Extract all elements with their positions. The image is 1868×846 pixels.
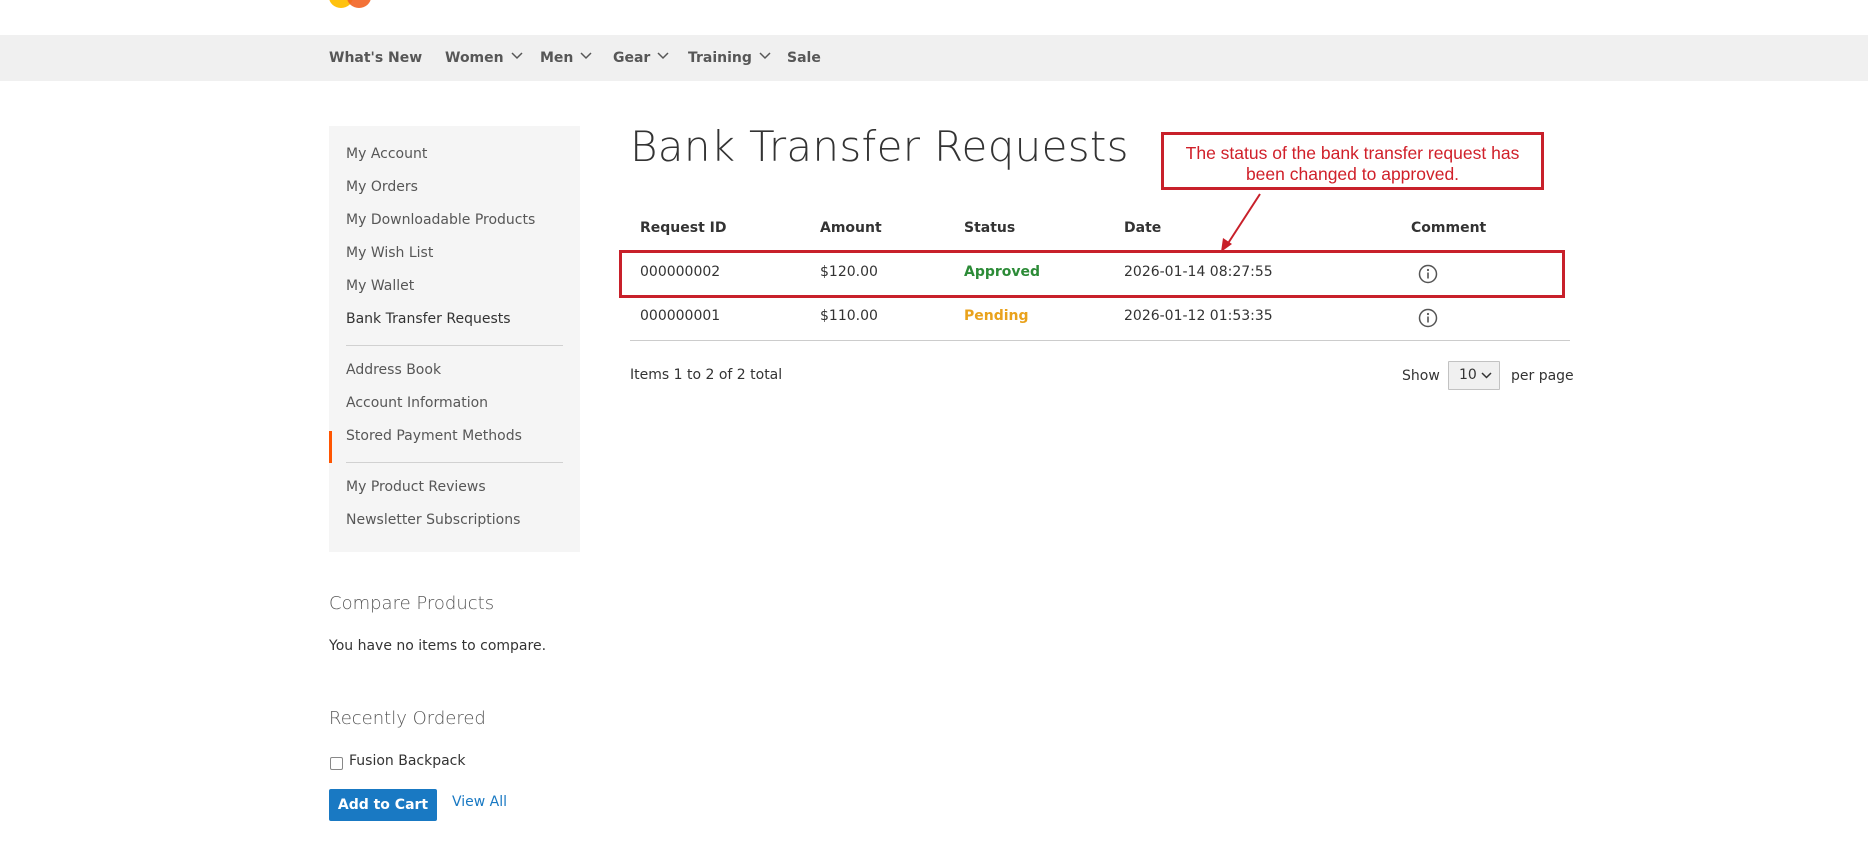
add-to-cart-button[interactable]: Add to Cart [329, 789, 437, 821]
limiter-suffix: per page [1511, 368, 1574, 384]
nav-item-label: Training [688, 50, 752, 66]
pager-items-count: Items 1 to 2 of 2 total [630, 367, 783, 383]
nav-item-men[interactable]: Men [540, 35, 592, 81]
compare-empty-message: You have no items to compare. [329, 638, 547, 654]
sidebar-item-my-account[interactable]: My Account [346, 146, 427, 162]
sidebar-item-bank-transfer-requests: Bank Transfer Requests [346, 311, 511, 327]
cell-date: 2026-01-12 01:53:35 [1124, 308, 1273, 324]
active-item-marker [329, 431, 332, 463]
chevron-down-icon [657, 52, 669, 60]
cell-request-id: 000000001 [640, 308, 721, 324]
main-navigation: What's New Women Men Gear Training Sale [0, 35, 1868, 81]
arrow-icon [1221, 193, 1261, 252]
nav-item-label: Gear [613, 50, 651, 66]
account-sidebar: My Account My Orders My Downloadable Pro… [329, 126, 580, 552]
nav-item-label: Women [445, 50, 504, 66]
nav-item-label: Men [540, 50, 574, 66]
per-page-select[interactable]: 10 [1448, 361, 1500, 390]
sidebar-item-my-wallet[interactable]: My Wallet [346, 278, 414, 294]
page-title: Bank Transfer Requests [630, 122, 1129, 171]
table-bottom-border [630, 340, 1570, 341]
column-header-request-id: Request ID [640, 220, 727, 236]
chevron-down-icon [511, 52, 523, 60]
chevron-down-icon [1481, 372, 1492, 379]
sidebar-item-my-wish-list[interactable]: My Wish List [346, 245, 433, 261]
nav-item-training[interactable]: Training [688, 35, 771, 81]
sidebar-item-newsletter-subscriptions[interactable]: Newsletter Subscriptions [346, 512, 520, 528]
per-page-value: 10 [1459, 367, 1477, 383]
sidebar-item-address-book[interactable]: Address Book [346, 362, 441, 378]
column-header-amount: Amount [820, 220, 882, 236]
recently-ordered-title: Recently Ordered [329, 708, 486, 729]
nav-item-label: Sale [787, 50, 821, 66]
recently-ordered-item-name: Fusion Backpack [349, 753, 466, 769]
column-header-status: Status [964, 220, 1016, 236]
sidebar-item-stored-payment-methods[interactable]: Stored Payment Methods [346, 428, 522, 444]
nav-item-label: What's New [329, 50, 423, 66]
nav-item-gear[interactable]: Gear [613, 35, 669, 81]
nav-item-sale[interactable]: Sale [787, 35, 821, 81]
info-icon[interactable] [1418, 308, 1438, 328]
sidebar-item-my-downloadable-products[interactable]: My Downloadable Products [346, 212, 535, 228]
logo-shape-orange [347, 0, 371, 8]
sidebar-divider [346, 345, 563, 346]
row-highlight-box [619, 250, 1565, 298]
recently-ordered-checkbox[interactable] [330, 757, 343, 770]
sidebar-item-my-orders[interactable]: My Orders [346, 179, 418, 195]
store-logo[interactable] [329, 0, 379, 8]
sidebar-item-my-product-reviews[interactable]: My Product Reviews [346, 479, 486, 495]
chevron-down-icon [759, 52, 771, 60]
column-header-comment: Comment [1411, 220, 1487, 236]
annotation-callout: The status of the bank transfer request … [1161, 132, 1544, 190]
chevron-down-icon [580, 52, 592, 60]
limiter-label: Show [1402, 368, 1440, 384]
nav-item-whats-new[interactable]: What's New [329, 35, 422, 81]
nav-item-women[interactable]: Women [445, 35, 523, 81]
status-badge: Pending [964, 308, 1029, 324]
compare-products-title: Compare Products [329, 593, 495, 614]
column-header-date: Date [1124, 220, 1162, 236]
cell-amount: $110.00 [820, 308, 878, 324]
view-all-link[interactable]: View All [452, 794, 507, 810]
sidebar-divider [346, 462, 563, 463]
sidebar-item-account-information[interactable]: Account Information [346, 395, 488, 411]
